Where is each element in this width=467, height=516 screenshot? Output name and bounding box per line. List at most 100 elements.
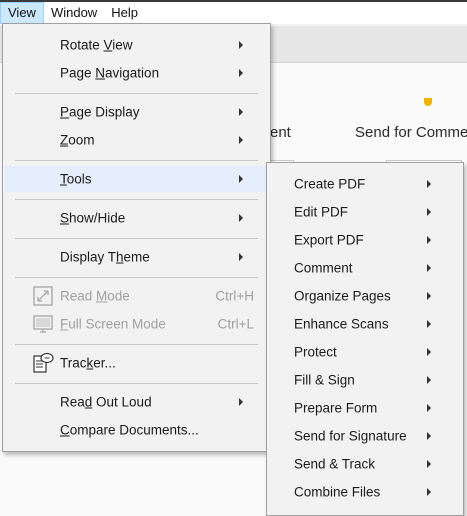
submenu-item-export-pdf[interactable]: Export PDF [269, 227, 461, 253]
menu-item-shortcut: Ctrl+L [217, 316, 254, 332]
submenu-item-label: Fill & Sign [294, 372, 355, 388]
menu-item-label: Full Screen Mode [60, 316, 166, 332]
submenu-arrow-icon [427, 460, 431, 468]
menu-item-display-theme[interactable]: Display Theme [5, 244, 268, 270]
submenu-item-label: Send & Track [294, 456, 376, 472]
menu-separator [15, 93, 258, 94]
mnemonic-letter: T [60, 171, 67, 187]
submenu-arrow-icon [427, 292, 431, 300]
submenu-arrow-icon [427, 404, 431, 412]
menu-item-label: Tracker... [60, 355, 116, 371]
tools-submenu: Create PDF Edit PDF Export PDF Comment O… [266, 162, 464, 516]
view-menu: Rotate View Page Navigation Page Display… [2, 23, 271, 452]
submenu-arrow-icon [427, 376, 431, 384]
submenu-item-label: Edit PDF [294, 204, 349, 220]
submenu-item-send-for-signature[interactable]: Send for Signature [269, 423, 461, 449]
submenu-arrow-icon [239, 69, 243, 77]
submenu-item-label: Organize Pages [294, 288, 391, 304]
mnemonic-letter: V [103, 37, 113, 53]
menu-separator [15, 344, 258, 345]
submenu-item-label: Combine Files [294, 484, 381, 500]
menu-view[interactable]: View [0, 2, 44, 24]
menu-item-full-screen-mode: Full Screen Mode Ctrl+L [5, 311, 268, 337]
submenu-arrow-icon [427, 488, 431, 496]
menu-item-read-mode: Read Mode Ctrl+H [5, 283, 268, 309]
submenu-item-create-pdf[interactable]: Create PDF [269, 171, 461, 197]
submenu-arrow-icon [239, 214, 243, 222]
menu-bar: View Window Help [0, 2, 467, 24]
submenu-arrow-icon [427, 208, 431, 216]
menu-separator [15, 199, 258, 200]
menu-item-label: Compare Documents... [60, 422, 199, 438]
read-mode-icon [33, 286, 53, 306]
menu-item-label: Display Theme [60, 249, 150, 265]
menu-item-page-navigation[interactable]: Page Navigation [5, 60, 268, 86]
mnemonic-letter: h [116, 249, 124, 265]
menu-item-shortcut: Ctrl+H [215, 288, 254, 304]
submenu-arrow-icon [427, 236, 431, 244]
mnemonic-letter: Z [60, 132, 69, 148]
menu-item-label: Tools [60, 171, 92, 187]
submenu-item-label: Create PDF [294, 176, 366, 192]
menu-help[interactable]: Help [104, 2, 145, 24]
mnemonic-letter: S [60, 210, 70, 226]
submenu-arrow-icon [239, 136, 243, 144]
submenu-item-edit-pdf[interactable]: Edit PDF [269, 199, 461, 225]
tracker-icon [33, 352, 54, 373]
mnemonic-letter: N [95, 65, 106, 81]
submenu-item-label: Send for Signature [294, 428, 407, 444]
full-screen-icon [33, 315, 53, 333]
menu-item-label: Read Out Loud [60, 394, 152, 410]
menu-item-label: Page Navigation [60, 65, 160, 81]
submenu-item-label: Enhance Scans [294, 316, 389, 332]
mnemonic-letter: F [60, 316, 69, 332]
bg-partial-label: ent [270, 124, 291, 141]
menu-separator [15, 383, 258, 384]
menu-item-page-display[interactable]: Page Display [5, 99, 268, 125]
submenu-arrow-icon [427, 320, 431, 328]
submenu-item-combine-files[interactable]: Combine Files [269, 479, 461, 505]
submenu-item-enhance-scans[interactable]: Enhance Scans [269, 311, 461, 337]
submenu-item-organize-pages[interactable]: Organize Pages [269, 283, 461, 309]
menu-item-label: Page Display [60, 104, 140, 120]
submenu-arrow-icon [427, 180, 431, 188]
menu-separator [15, 160, 258, 161]
menu-item-show-hide[interactable]: Show/Hide [5, 205, 268, 231]
submenu-item-comment[interactable]: Comment [269, 255, 461, 281]
menu-item-label: Read Mode [60, 288, 130, 304]
submenu-item-label: Prepare Form [294, 400, 378, 416]
submenu-arrow-icon [239, 175, 243, 183]
submenu-item-fill-and-sign[interactable]: Fill & Sign [269, 367, 461, 393]
submenu-arrow-icon [239, 398, 243, 406]
menu-separator [15, 238, 258, 239]
menu-item-read-out-loud[interactable]: Read Out Loud [5, 389, 268, 415]
mnemonic-letter: P [60, 104, 70, 120]
submenu-item-protect[interactable]: Protect [269, 339, 461, 365]
menu-item-zoom[interactable]: Zoom [5, 127, 268, 153]
mnemonic-letter: k [86, 355, 94, 371]
menu-item-tracker[interactable]: Tracker... [5, 350, 268, 376]
tool-icon-fragment [424, 98, 432, 106]
menu-separator [15, 277, 258, 278]
mnemonic-letter: M [96, 288, 108, 304]
submenu-item-label: Comment [294, 260, 353, 276]
submenu-item-prepare-form[interactable]: Prepare Form [269, 395, 461, 421]
submenu-arrow-icon [427, 264, 431, 272]
menu-item-tools[interactable]: Tools [5, 166, 268, 192]
menu-item-compare-documents[interactable]: Compare Documents... [5, 417, 268, 443]
submenu-item-label: Export PDF [294, 232, 364, 248]
submenu-arrow-icon [239, 108, 243, 116]
menu-item-label: Show/Hide [60, 210, 126, 226]
submenu-arrow-icon [239, 253, 243, 261]
submenu-item-label: Protect [294, 344, 337, 360]
menu-item-rotate-view[interactable]: Rotate View [5, 32, 268, 58]
mnemonic-letter: d [84, 394, 93, 410]
menu-window[interactable]: Window [44, 2, 104, 24]
menu-item-label: Zoom [60, 132, 95, 148]
submenu-arrow-icon [427, 432, 431, 440]
menu-item-label: Rotate View [60, 37, 133, 53]
bg-send-for-comment-label[interactable]: Send for Comme [355, 124, 467, 141]
submenu-item-send-and-track[interactable]: Send & Track [269, 451, 461, 477]
submenu-arrow-icon [427, 348, 431, 356]
mnemonic-letter: C [60, 422, 70, 438]
